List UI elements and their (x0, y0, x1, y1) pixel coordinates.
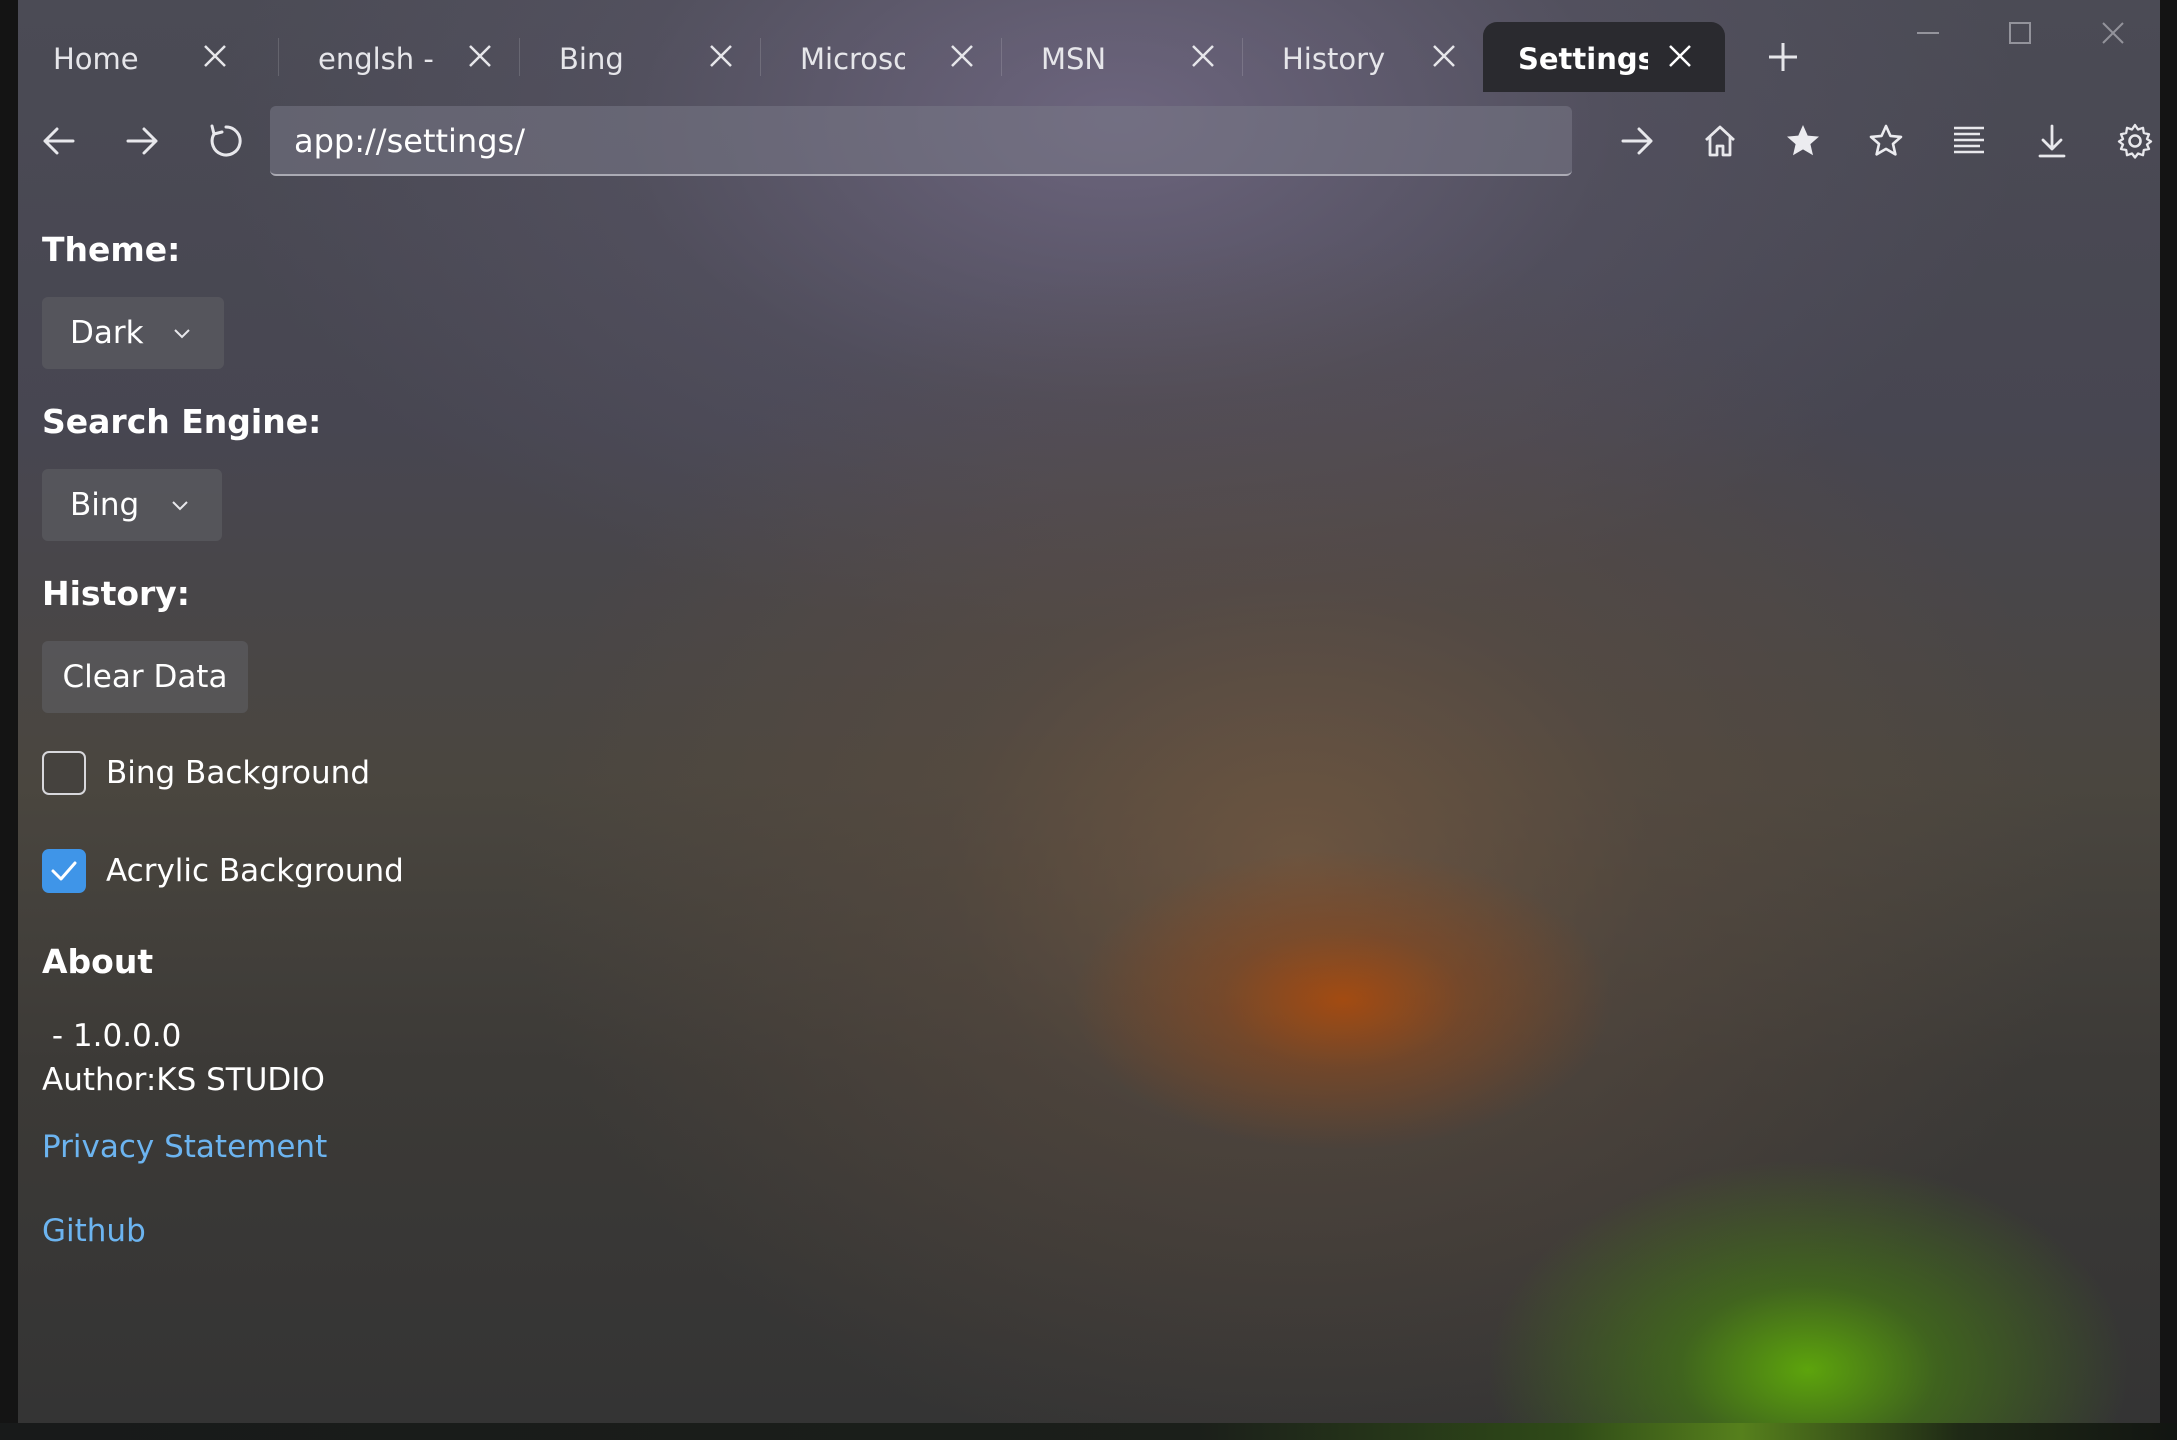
tab-title: Home (53, 42, 139, 76)
desktop-background (0, 1423, 2177, 1440)
close-icon[interactable] (947, 41, 977, 71)
tab-divider (760, 38, 761, 76)
close-icon[interactable] (1429, 41, 1459, 71)
minimize-button[interactable] (1913, 18, 1943, 48)
acrylic-background-checkbox[interactable] (42, 849, 86, 893)
github-link[interactable]: Github (42, 1213, 146, 1249)
browser-window: Home englsh - Bing Microsof MSN History (18, 0, 2160, 1423)
gear-icon (2117, 123, 2153, 159)
address-bar[interactable]: app://settings/ (270, 106, 1572, 176)
go-arrow-icon (1621, 127, 1653, 155)
tab-english[interactable]: englsh - (283, 22, 525, 92)
search-engine-value: Bing (70, 487, 140, 523)
close-icon[interactable] (706, 41, 736, 71)
close-icon (2102, 22, 2124, 44)
tab-settings[interactable]: Settings (1483, 22, 1725, 92)
list-icon (1954, 126, 1984, 154)
tab-divider (1242, 38, 1243, 76)
refresh-button[interactable] (203, 118, 249, 164)
search-engine-heading: Search Engine: (42, 402, 322, 441)
acrylic-background-option[interactable]: Acrylic Background (42, 847, 404, 895)
tab-msn[interactable]: MSN (1006, 22, 1248, 92)
tab-title: History (1282, 42, 1386, 76)
tab-microsoft[interactable]: Microsof (765, 22, 1007, 92)
tab-divider (278, 38, 279, 76)
maximize-button[interactable] (2005, 18, 2035, 48)
tab-title: englsh - (318, 42, 434, 76)
close-icon[interactable] (465, 41, 495, 71)
home-icon (1705, 125, 1735, 157)
tab-divider (519, 38, 520, 76)
tab-bing[interactable]: Bing (524, 22, 766, 92)
close-icon[interactable] (1665, 41, 1695, 71)
favorites-button[interactable] (1780, 118, 1826, 164)
home-button[interactable] (1697, 118, 1743, 164)
bing-background-label: Bing Background (106, 755, 370, 791)
chevron-down-icon (172, 501, 188, 511)
star-outline-icon (1869, 124, 1903, 156)
refresh-icon (210, 124, 242, 157)
new-tab-button[interactable] (1766, 40, 1800, 74)
close-icon[interactable] (1188, 41, 1218, 71)
bing-background-checkbox[interactable] (42, 751, 86, 795)
history-heading: History: (42, 574, 191, 613)
tab-title: Settings (1518, 42, 1648, 76)
tab-divider (1001, 38, 1002, 76)
tab-title: MSN (1041, 42, 1107, 76)
tab-title: Bing (559, 42, 624, 76)
theme-heading: Theme: (42, 230, 181, 269)
minimize-icon (1917, 32, 1939, 34)
plus-icon (1769, 43, 1797, 71)
tab-home[interactable]: Home (18, 22, 260, 92)
about-heading: About (42, 942, 154, 981)
add-favorite-button[interactable] (1863, 118, 1909, 164)
go-button[interactable] (1614, 118, 1660, 164)
chevron-down-icon (174, 329, 190, 339)
tab-bar: Home englsh - Bing Microsof MSN History (18, 0, 2160, 92)
author-text: Author:KS STUDIO (42, 1062, 325, 1098)
arrow-left-icon (43, 127, 75, 155)
acrylic-background-label: Acrylic Background (106, 853, 404, 889)
forward-button[interactable] (119, 118, 165, 164)
clear-data-button[interactable]: Clear Data (42, 641, 248, 713)
theme-value: Dark (70, 315, 144, 351)
reading-list-button[interactable] (1946, 118, 1992, 164)
address-text: app://settings/ (294, 122, 525, 160)
download-icon (2038, 124, 2066, 158)
tab-title: Microsof (800, 42, 905, 76)
downloads-button[interactable] (2029, 118, 2075, 164)
maximize-icon (2009, 22, 2031, 44)
window-close-button[interactable] (2098, 18, 2128, 48)
settings-button[interactable] (2112, 118, 2158, 164)
tab-history[interactable]: History (1247, 22, 1489, 92)
checkmark-icon (51, 861, 77, 881)
search-engine-dropdown[interactable]: Bing (42, 469, 222, 541)
star-filled-icon (1787, 125, 1819, 156)
bing-background-option[interactable]: Bing Background (42, 749, 370, 797)
close-icon[interactable] (200, 41, 230, 71)
back-button[interactable] (36, 118, 82, 164)
version-text: - 1.0.0.0 (42, 1018, 182, 1054)
privacy-statement-link[interactable]: Privacy Statement (42, 1129, 327, 1165)
theme-dropdown[interactable]: Dark (42, 297, 224, 369)
arrow-right-icon (126, 127, 158, 155)
